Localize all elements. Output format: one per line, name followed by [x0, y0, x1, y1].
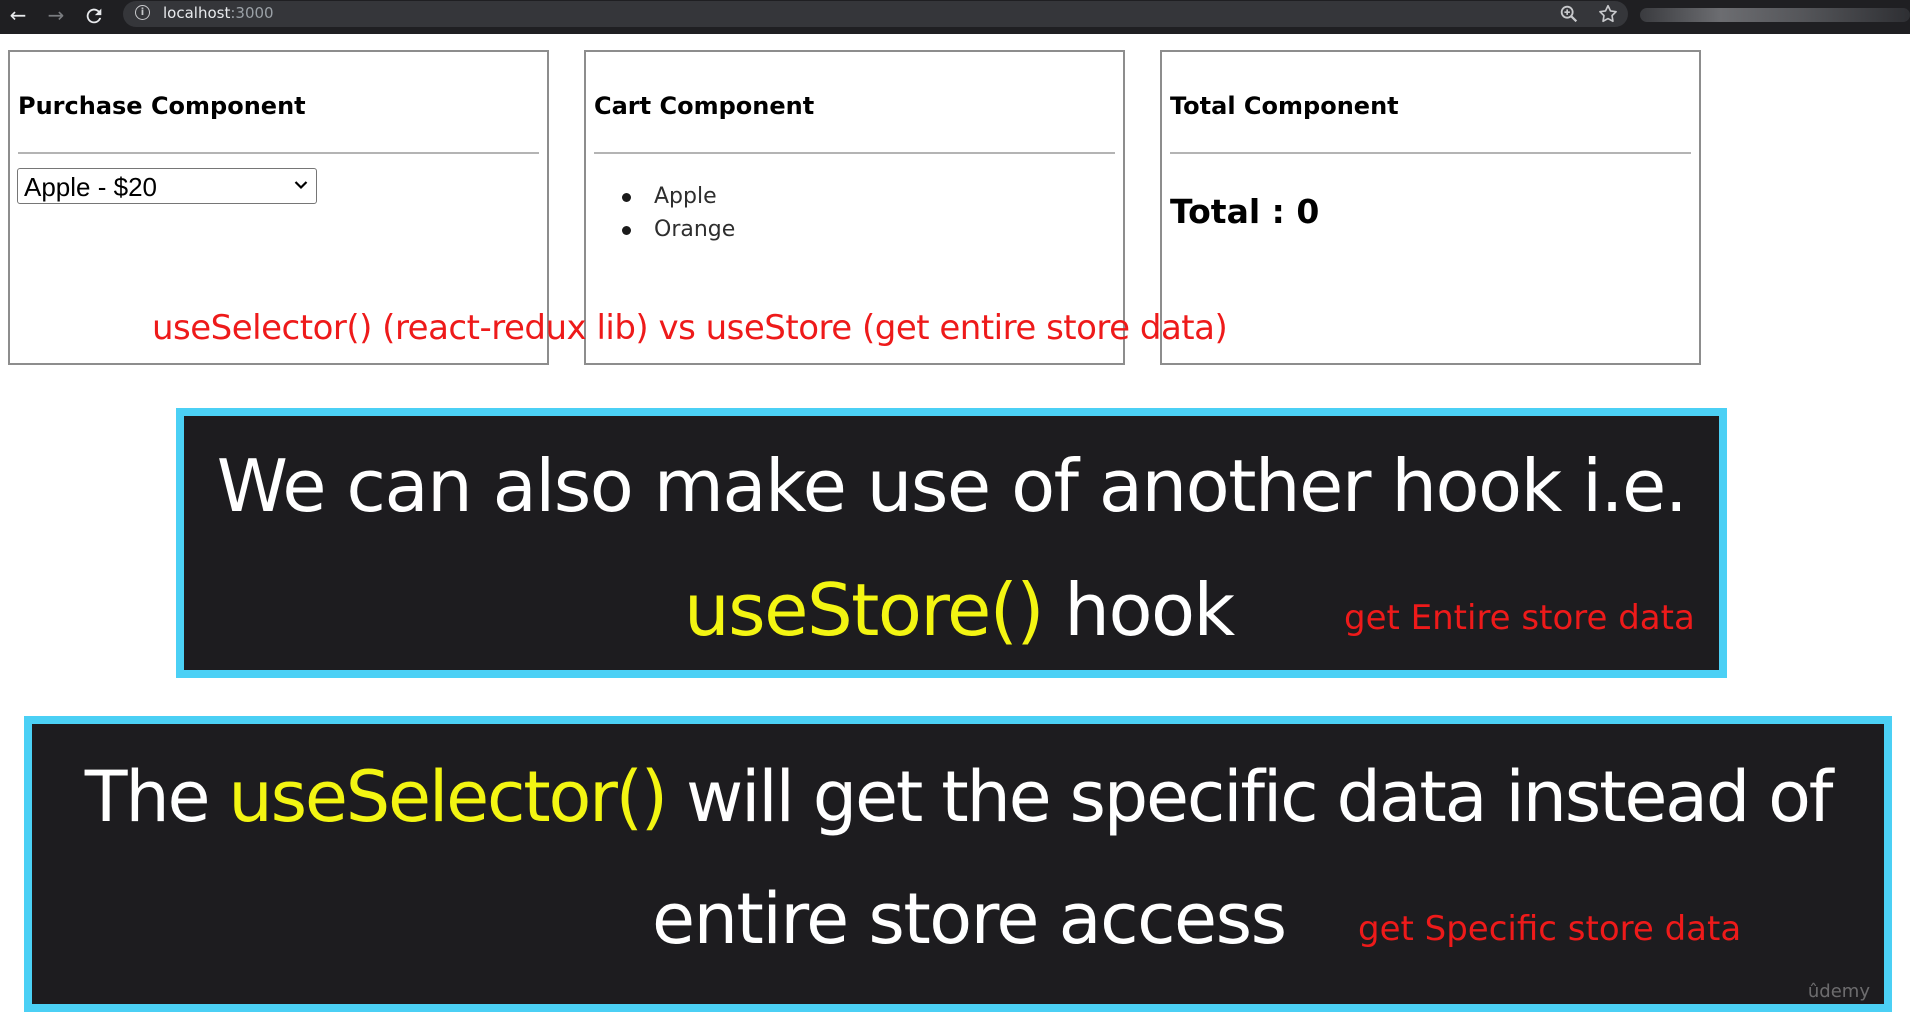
reload-icon[interactable] — [80, 2, 108, 30]
cart-component-title: Cart Component — [594, 92, 815, 120]
cart-list-item: Apple — [594, 180, 735, 213]
url-port: :3000 — [230, 4, 274, 22]
blurred-profile-area — [1640, 8, 1910, 22]
callout-side-note: get Entire store data — [1344, 598, 1695, 638]
useselector-highlight: useSelector() — [228, 756, 668, 838]
cart-list-item: Orange — [594, 213, 735, 246]
bullet-icon — [622, 226, 631, 235]
callout-text: will get the specific data instead of — [665, 756, 1833, 838]
red-annotation: useSelector() (react-redux lib) vs useSt… — [152, 308, 1228, 348]
cart-item-label: Apple — [654, 184, 717, 209]
zoom-in-icon[interactable] — [1558, 3, 1580, 25]
divider — [1170, 152, 1691, 154]
callout-line: The useSelector() will get the specific … — [32, 756, 1884, 838]
divider — [594, 152, 1115, 154]
url-text[interactable]: localhost:3000 — [163, 4, 274, 22]
callout-side-note: get Specific store data — [1358, 909, 1742, 949]
usestore-highlight: useStore() — [684, 568, 1044, 652]
fruit-select-value: Apple - $20 — [24, 172, 157, 202]
useselector-callout: The useSelector() will get the specific … — [24, 716, 1892, 1012]
url-host: localhost — [163, 4, 231, 22]
total-component-panel: Total Component Total : 0 — [1160, 50, 1701, 365]
total-component-title: Total Component — [1170, 92, 1399, 120]
back-icon[interactable]: ← — [4, 2, 32, 30]
udemy-watermark: ûdemy — [1807, 981, 1870, 1002]
browser-toolbar: ← → i localhost:3000 — [0, 0, 1910, 34]
usestore-callout: We can also make use of another hook i.e… — [176, 408, 1727, 678]
address-bar[interactable]: i localhost:3000 — [123, 1, 1628, 27]
cart-list: Apple Orange — [594, 180, 735, 246]
star-icon[interactable] — [1597, 3, 1619, 25]
fruit-select[interactable]: Apple - $20 — [17, 168, 317, 204]
bullet-icon — [622, 193, 631, 202]
callout-line: We can also make use of another hook i.e… — [216, 444, 1688, 528]
divider — [18, 152, 539, 154]
info-icon[interactable]: i — [135, 5, 150, 20]
purchase-component-title: Purchase Component — [18, 92, 306, 120]
chevron-down-icon — [294, 181, 308, 190]
total-value: Total : 0 — [1170, 192, 1320, 231]
forward-icon[interactable]: → — [42, 2, 70, 30]
callout-text: hook — [1042, 568, 1235, 652]
cart-item-label: Orange — [654, 217, 736, 242]
callout-text: The — [84, 756, 229, 838]
